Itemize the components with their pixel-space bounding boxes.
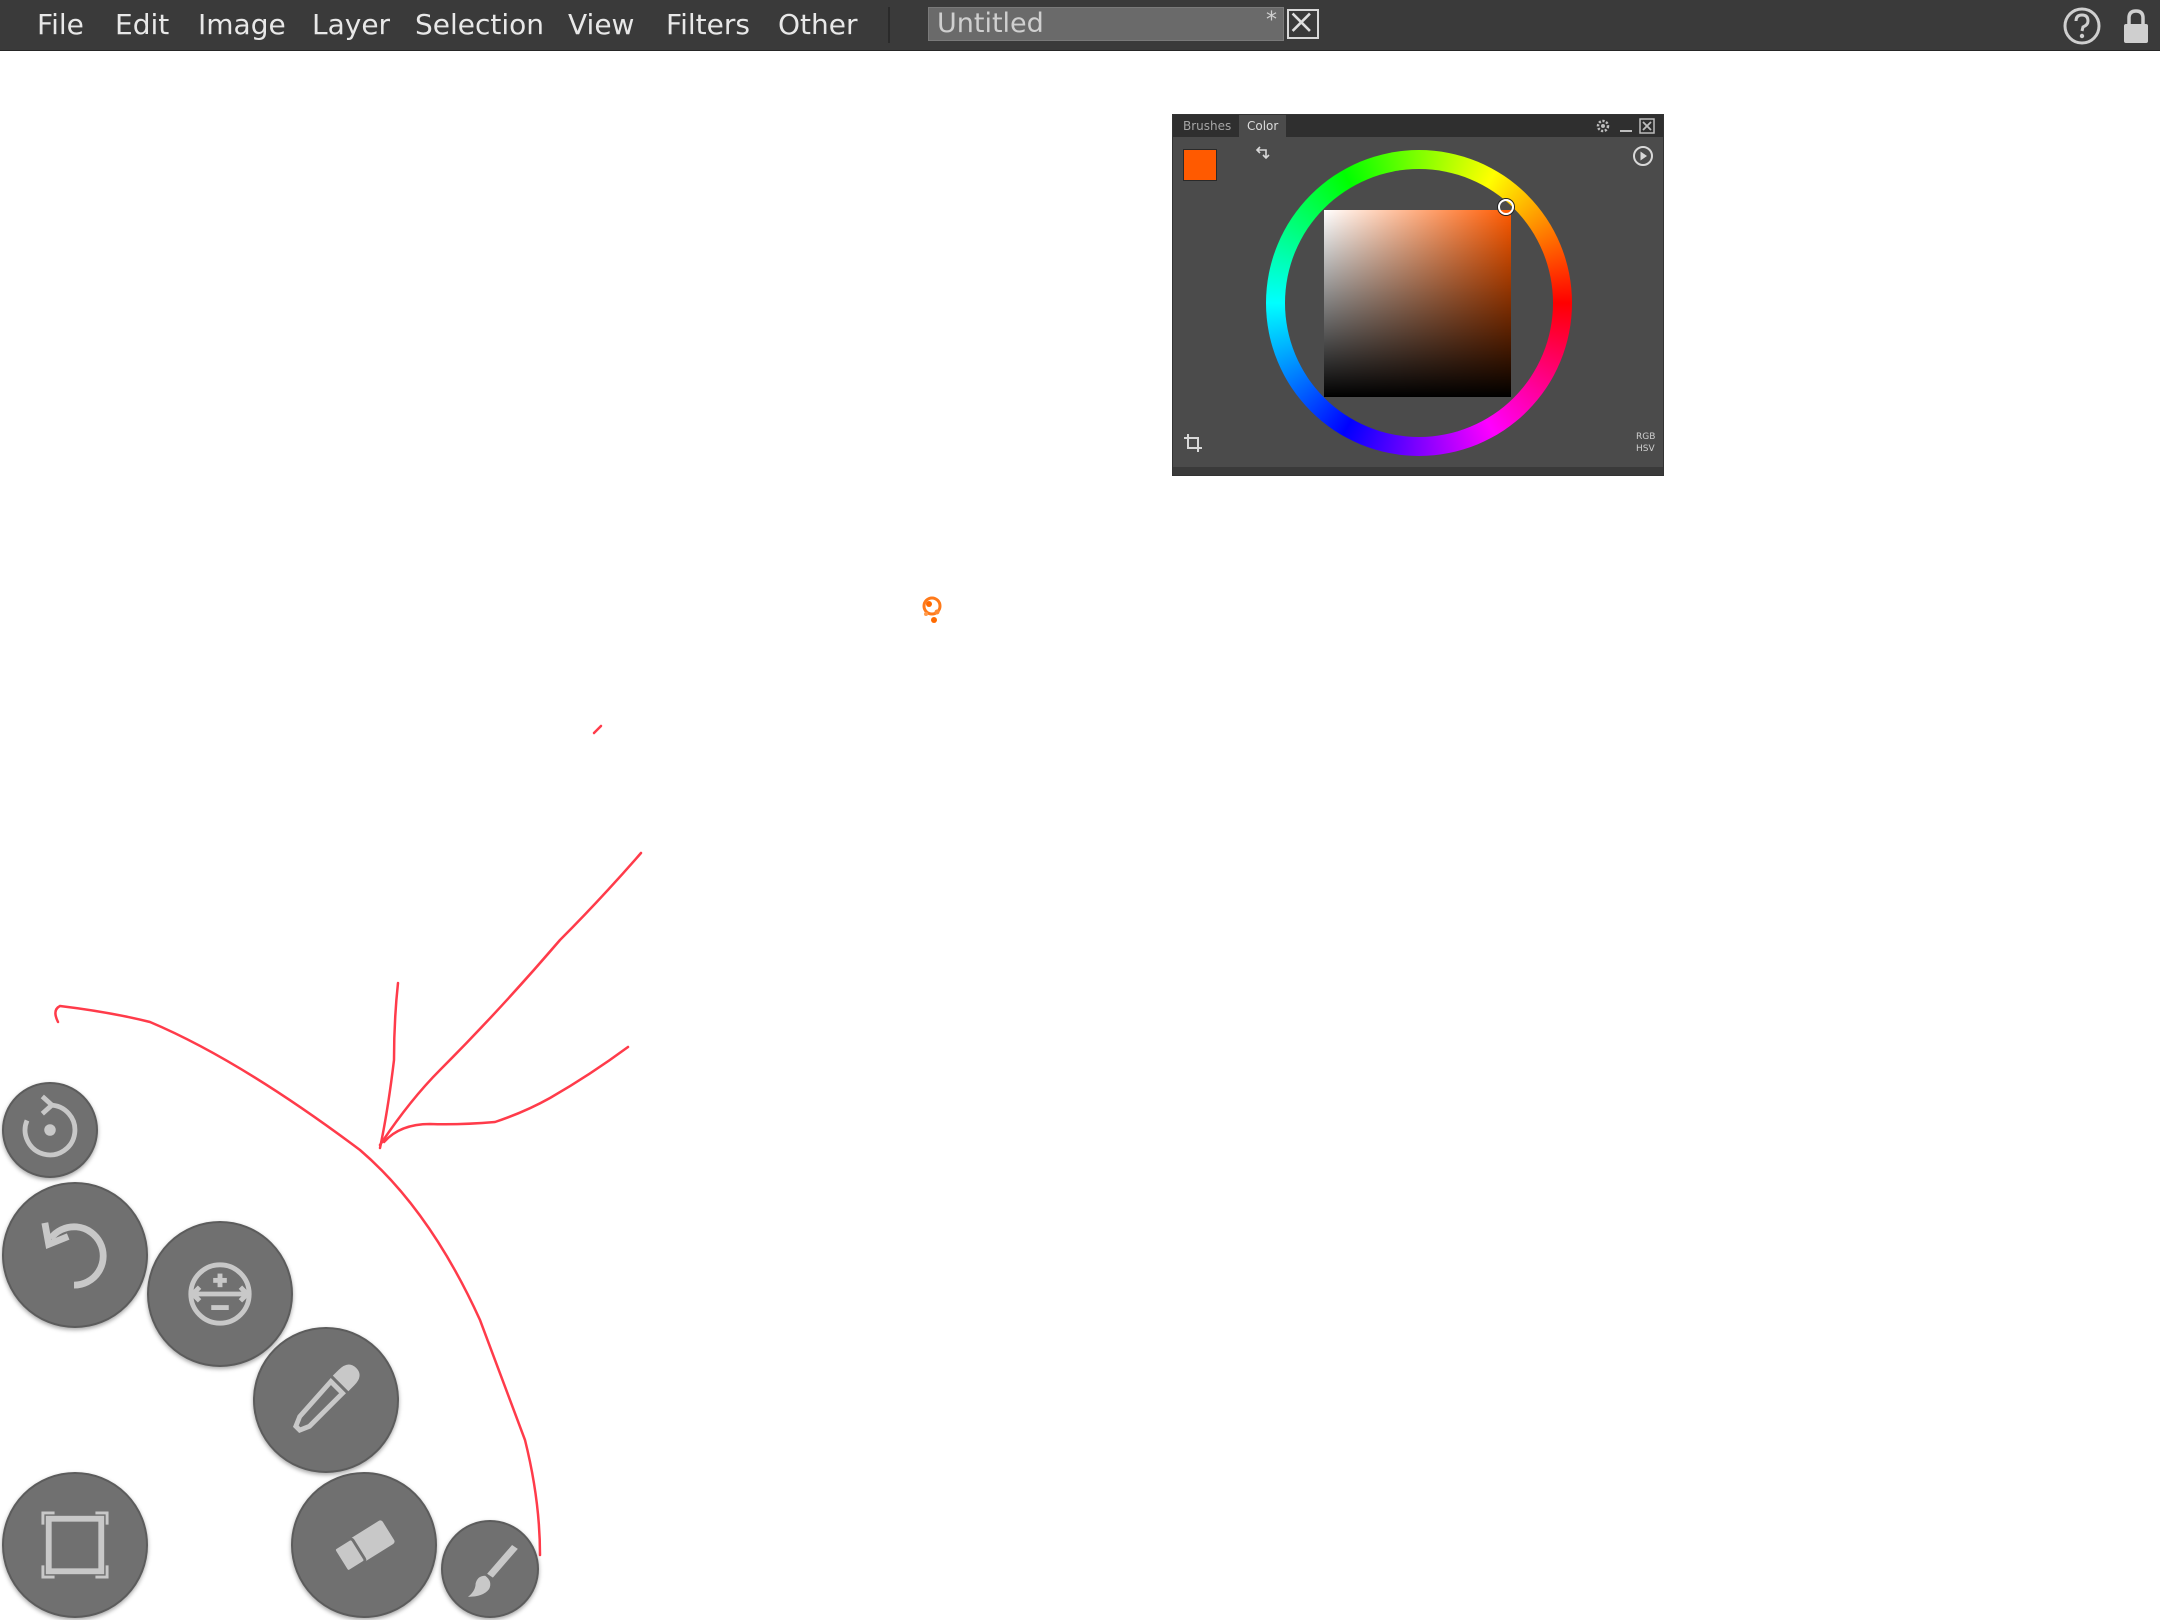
stroke-tick — [592, 724, 603, 735]
orange-splat — [922, 596, 942, 623]
current-color-swatch[interactable] — [1183, 149, 1217, 181]
lock-icon — [2124, 9, 2148, 43]
fullscreen-icon — [41, 1511, 109, 1579]
eraser-button[interactable] — [291, 1472, 437, 1618]
help-icon — [2063, 7, 2101, 45]
fullscreen-button[interactable] — [2, 1472, 148, 1618]
mode-hsv[interactable]: HSV — [1636, 443, 1655, 455]
menu-selection[interactable]: Selection — [415, 0, 544, 50]
color-panel: Brushes Color RGB HSV — [1172, 114, 1664, 476]
undo-button[interactable] — [2, 1182, 148, 1328]
menu-bar: File Edit Image Layer Selection View Fil… — [0, 0, 2160, 51]
rotate-reset-icon — [22, 1094, 78, 1158]
color-picker-cursor[interactable] — [1498, 199, 1514, 215]
saturation-value-square[interactable] — [1324, 210, 1511, 397]
menu-other[interactable]: Other — [778, 0, 858, 50]
tab-color[interactable]: Color — [1239, 115, 1287, 137]
panel-settings-button[interactable] — [1594, 117, 1612, 135]
play-icon — [1633, 146, 1653, 166]
stroke-arrow-shaft — [378, 851, 643, 1147]
minimize-icon — [1620, 130, 1632, 132]
stroke-arrow-head-right — [382, 1045, 630, 1144]
panel-footer — [1173, 467, 1663, 475]
document-title: Untitled — [937, 8, 1044, 39]
menu-view[interactable]: View — [568, 0, 634, 50]
close-document-button[interactable] — [1287, 9, 1319, 39]
tab-brushes[interactable]: Brushes — [1175, 115, 1239, 137]
lock-button[interactable] — [2120, 6, 2152, 46]
menu-layer[interactable]: Layer — [312, 0, 390, 50]
eyedropper-icon — [292, 1364, 360, 1434]
swap-colors-button[interactable] — [1255, 145, 1271, 161]
swap-icon — [1255, 146, 1270, 160]
menu-image[interactable]: Image — [198, 0, 286, 50]
color-mode-labels[interactable]: RGB HSV — [1636, 431, 1655, 455]
reset-rotation-button[interactable] — [2, 1082, 98, 1178]
mode-rgb[interactable]: RGB — [1636, 431, 1655, 443]
gear-icon — [1596, 119, 1610, 133]
document-tab[interactable]: Untitled * — [928, 7, 1284, 41]
menu-edit[interactable]: Edit — [115, 0, 169, 50]
close-icon — [1639, 118, 1655, 134]
help-button[interactable] — [2062, 6, 2102, 46]
eyedropper-button[interactable] — [253, 1327, 399, 1473]
panel-header: Brushes Color — [1173, 115, 1663, 137]
menu-filters[interactable]: Filters — [666, 0, 750, 50]
panel-minimize-button[interactable] — [1617, 117, 1635, 135]
eraser-icon — [333, 1520, 395, 1573]
panel-close-button[interactable] — [1638, 117, 1656, 135]
crop-icon — [1184, 434, 1202, 452]
close-icon — [1291, 12, 1311, 32]
crop-button[interactable] — [1183, 433, 1203, 453]
menubar-separator — [888, 7, 890, 43]
undo-icon — [41, 1222, 107, 1289]
stroke-arrow-head-left — [378, 981, 400, 1150]
brush-button[interactable] — [441, 1520, 539, 1618]
menu-file[interactable]: File — [37, 0, 84, 50]
brush-icon — [467, 1545, 518, 1597]
document-modified-mark: * — [1266, 8, 1277, 33]
play-button[interactable] — [1632, 145, 1654, 167]
